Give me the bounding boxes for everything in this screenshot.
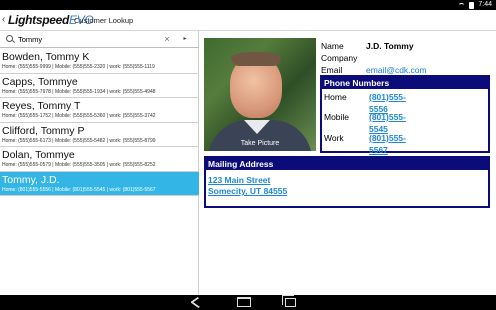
mailing-address-panel: Mailing Address 123 Main Street Somecity…: [204, 156, 490, 208]
address-line-2[interactable]: Somecity, UT 84555: [208, 186, 287, 197]
customer-photo[interactable]: Take Picture: [204, 38, 316, 151]
contact-name: Capps, Tommye: [2, 75, 78, 88]
detail-field-labels: Name Company Email: [321, 40, 357, 76]
battery-icon: [469, 1, 475, 9]
contact-list-pane: × ▸ Bowden, Tommy KHome: (555)555-9999 |…: [0, 31, 199, 295]
list-item[interactable]: Bowden, Tommy K Home: (555)555-9999 | Mob…: [0, 49, 199, 74]
back-icon[interactable]: [190, 296, 206, 309]
photo-hair: [231, 52, 281, 66]
up-caret-icon[interactable]: ‹: [2, 14, 5, 25]
work-phone-link[interactable]: (801)555-5567: [369, 132, 406, 156]
work-phone-label: Work: [324, 133, 344, 143]
system-nav-bar: [0, 295, 496, 310]
mobile-phone-label: Mobile: [324, 112, 350, 122]
phone-numbers-panel: Phone Numbers Home (801)555-5556 Mobile …: [320, 75, 490, 155]
phone-row-work: Work (801)555-5567: [324, 132, 406, 155]
home-phone-label: Home: [324, 92, 347, 102]
contact-phones: Home: (555)555-6173 | Mobile: (555)555-5…: [2, 137, 156, 144]
contact-name: Dolan, Tommye: [2, 149, 75, 161]
list-item[interactable]: Capps, Tommye Home: (555)555-7978 | Mobil…: [0, 74, 199, 98]
status-bar: 7:44: [0, 0, 496, 10]
phone-numbers-header: Phone Numbers: [322, 77, 488, 89]
list-item[interactable]: Clifford, Tommy P Home: (555)555-6173 | M…: [0, 123, 199, 147]
contact-name: Reyes, Tommy T: [2, 100, 81, 112]
contact-name: Bowden, Tommy K: [2, 51, 90, 63]
screen-title: Customer Lookup: [74, 16, 134, 25]
home-icon[interactable]: [237, 297, 251, 307]
recent-apps-icon[interactable]: [282, 295, 296, 307]
take-picture-button[interactable]: Take Picture: [204, 140, 316, 147]
contact-phones: Home: (801)555-5556 | Mobile: (801)555-5…: [2, 186, 156, 193]
contact-name: Tommy, J.D.: [2, 173, 60, 186]
contact-phones: Home: (555)555-0579 | Mobile: (555)555-3…: [2, 162, 156, 168]
wifi-icon: [458, 2, 466, 8]
name-label: Name: [321, 41, 344, 51]
contact-phones: Home: (555)555-9999 | Mobile: (555)555-2…: [2, 64, 155, 70]
status-time: 7:44: [478, 1, 492, 8]
clear-search-button[interactable]: ×: [162, 33, 172, 45]
customer-name: J.D. Tommy: [366, 41, 414, 51]
mailing-address-header: Mailing Address: [206, 158, 488, 170]
search-bar: × ▸: [0, 31, 199, 48]
phone-row-home: Home (801)555-5556: [324, 91, 406, 114]
contact-name: Clifford, Tommy P: [2, 124, 85, 137]
company-label: Company: [321, 53, 358, 63]
search-input[interactable]: [18, 33, 158, 45]
search-go-button[interactable]: ▸: [179, 33, 191, 45]
phone-row-mobile: Mobile (801)555-5545: [324, 111, 406, 134]
list-item[interactable]: Reyes, Tommy T Home: (555)555-1752 | Mobi…: [0, 98, 199, 123]
address-line-1[interactable]: 123 Main Street: [208, 175, 270, 186]
contact-phones: Home: (555)555-7978 | Mobile: (555)555-1…: [2, 88, 156, 95]
contact-list: Bowden, Tommy K Home: (555)555-9999 | Mob…: [0, 49, 199, 196]
list-item[interactable]: Dolan, Tommye Home: (555)555-0579 | Mobil…: [0, 147, 199, 172]
logo-main: Lightspeed: [8, 13, 70, 27]
contact-phones: Home: (555)555-1752 | Mobile: (555)555-5…: [2, 113, 156, 119]
status-icons: 7:44: [458, 0, 492, 10]
search-icon: [6, 35, 13, 42]
action-bar: ‹ LightspeedEVO Customer Lookup: [0, 10, 496, 31]
list-item[interactable]: Tommy, J.D. Home: (801)555-5556 | Mobile:…: [0, 171, 199, 196]
